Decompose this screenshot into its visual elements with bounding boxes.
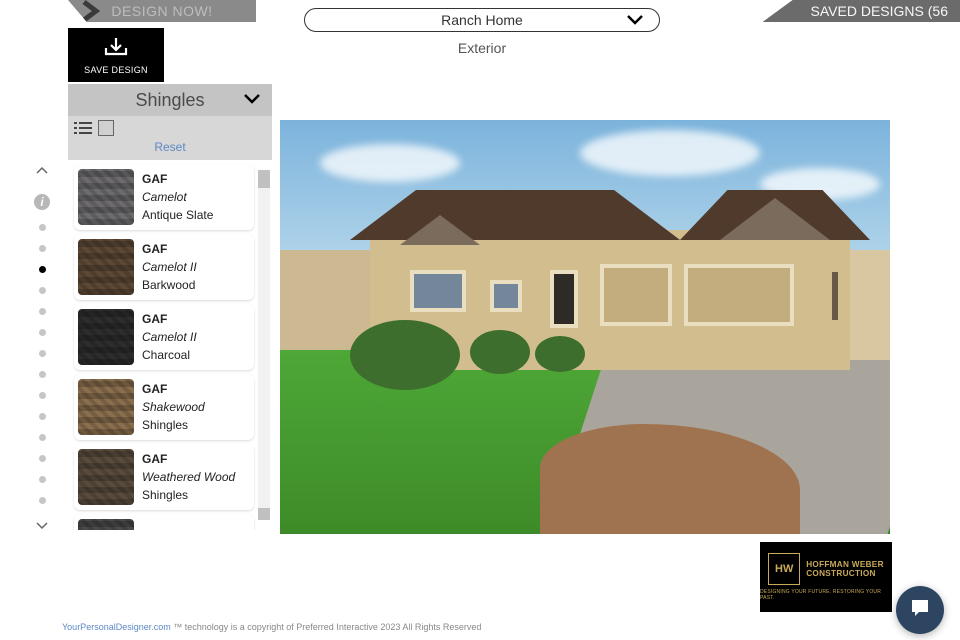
list-view-icon[interactable] [74, 121, 92, 135]
progress-dot[interactable] [39, 371, 46, 378]
grid-view-icon[interactable] [98, 120, 114, 136]
swatch-brand: GAF [142, 170, 213, 188]
saved-designs-button[interactable]: SAVED DESIGNS (56 [763, 0, 960, 22]
swatch-brand: GAF [142, 380, 205, 398]
scrollbar-thumb[interactable] [258, 508, 270, 520]
progress-dot[interactable] [39, 266, 46, 273]
swatch-item[interactable]: GAFWeathered WoodShingles [74, 444, 254, 510]
design-now-button[interactable]: DESIGN NOW! [68, 0, 256, 22]
brand-tagline: DESIGNING YOUR FUTURE. RESTORING YOUR PA… [760, 589, 892, 601]
home-style-select[interactable]: Ranch Home [304, 8, 660, 32]
chevron-right-icon [80, 0, 104, 22]
progress-dot[interactable] [39, 350, 46, 357]
progress-dot[interactable] [39, 392, 46, 399]
chevron-up-icon[interactable] [35, 162, 49, 180]
download-icon [102, 36, 130, 63]
progress-dot[interactable] [39, 455, 46, 462]
swatch-thumb [78, 379, 134, 435]
progress-dot[interactable] [39, 434, 46, 441]
swatch-color: Shingles [142, 416, 205, 434]
design-viewport[interactable] [280, 120, 890, 534]
design-now-label: DESIGN NOW! [111, 3, 212, 19]
swatch-scrollbar[interactable] [258, 170, 270, 520]
info-icon[interactable]: i [34, 194, 50, 210]
swatch-style: Shakewood [142, 398, 205, 416]
brand-line1: HOFFMAN WEBER [806, 560, 884, 569]
brand-badge: HW HOFFMAN WEBER CONSTRUCTION DESIGNING … [760, 542, 892, 612]
progress-dot[interactable] [39, 308, 46, 315]
swatch-thumb [78, 519, 134, 530]
swatch-thumb [78, 169, 134, 225]
chevron-down-icon [625, 13, 645, 30]
swatch-item[interactable]: GAFCamelot IIBarkwood [74, 234, 254, 300]
progress-dot[interactable] [39, 476, 46, 483]
material-panel: Shingles Reset [68, 84, 272, 160]
swatch-style: Camelot [142, 188, 213, 206]
swatch-thumb [78, 239, 134, 295]
swatch-brand: GAF [142, 310, 197, 328]
panel-title: Shingles [135, 90, 204, 111]
swatch-item[interactable]: GAFCamelotAntique Slate [74, 164, 254, 230]
swatch-color: Shingles [142, 486, 235, 504]
swatch-color: Antique Slate [142, 206, 213, 224]
swatch-style: Weathered Wood [142, 468, 235, 486]
swatch-item[interactable]: GAF [74, 514, 254, 530]
reset-link[interactable]: Reset [68, 140, 272, 160]
progress-dot[interactable] [39, 224, 46, 231]
chat-button[interactable] [896, 586, 944, 634]
swatch-thumb [78, 309, 134, 365]
saved-designs-label: SAVED DESIGNS (56 [811, 3, 948, 19]
swatch-item[interactable]: GAFCamelot IICharcoal [74, 304, 254, 370]
swatch-brand: GAF [142, 240, 197, 258]
save-design-label: SAVE DESIGN [84, 65, 148, 75]
footer-copyright: YourPersonalDesigner.com ™ technology is… [62, 622, 481, 632]
swatch-style: Camelot II [142, 258, 197, 276]
progress-dot[interactable] [39, 329, 46, 336]
progress-dot[interactable] [39, 497, 46, 504]
chevron-down-icon[interactable] [35, 518, 49, 536]
save-design-button[interactable]: SAVE DESIGN [68, 28, 164, 82]
swatch-brand: GAF [142, 450, 235, 468]
chevron-down-icon [242, 90, 262, 111]
brand-logo-icon: HW [768, 553, 800, 585]
progress-dot[interactable] [39, 287, 46, 294]
view-label: Exterior [304, 40, 660, 56]
chat-icon [908, 596, 932, 625]
swatch-style: Camelot II [142, 328, 197, 346]
swatch-color: Charcoal [142, 346, 197, 364]
swatch-thumb [78, 449, 134, 505]
swatch-list[interactable]: GAFCamelotAntique SlateGAFCamelot IIBark… [68, 160, 272, 530]
progress-rail: i [34, 162, 50, 536]
panel-toolbar [68, 116, 272, 140]
scrollbar-thumb[interactable] [258, 170, 270, 188]
footer-link[interactable]: YourPersonalDesigner.com [62, 622, 171, 632]
progress-dot[interactable] [39, 245, 46, 252]
home-style-value: Ranch Home [441, 12, 523, 28]
progress-dot[interactable] [39, 413, 46, 420]
swatch-item[interactable]: GAFShakewoodShingles [74, 374, 254, 440]
swatch-color: Barkwood [142, 276, 197, 294]
brand-line2: CONSTRUCTION [806, 569, 884, 578]
panel-category-select[interactable]: Shingles [68, 84, 272, 116]
